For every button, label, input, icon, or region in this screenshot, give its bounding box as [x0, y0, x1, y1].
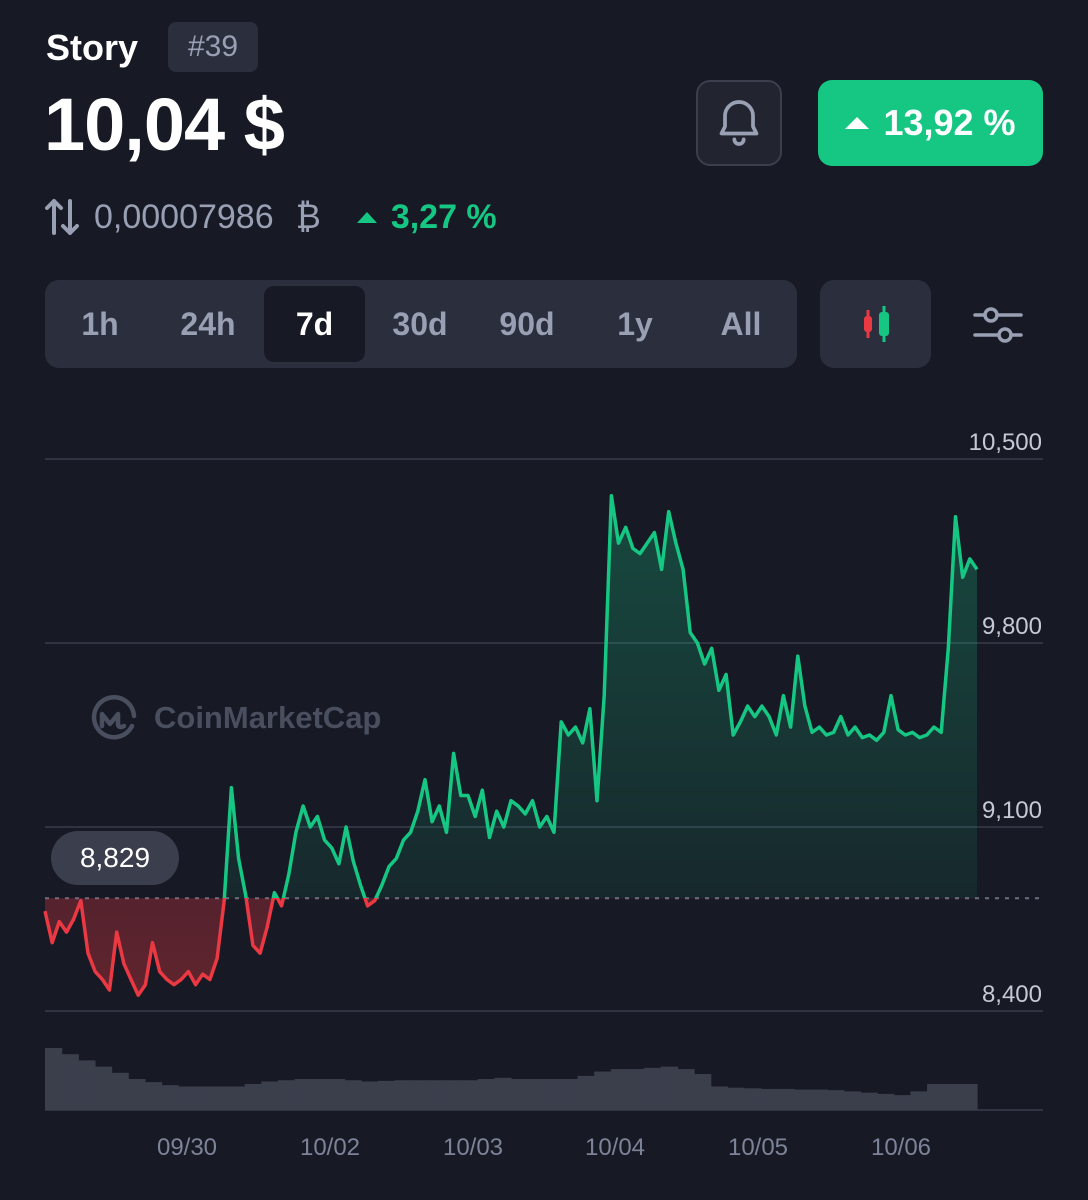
volume-bar	[128, 1079, 146, 1110]
volume-bar	[943, 1083, 961, 1110]
volume-bar	[910, 1091, 928, 1110]
x-tick-label: 10/02	[299, 1134, 361, 1161]
volume-bar	[61, 1054, 79, 1110]
volume-bar	[677, 1069, 695, 1110]
volume-bar	[178, 1086, 196, 1110]
volume-bar	[793, 1089, 812, 1110]
x-tick-label: 10/05	[727, 1134, 789, 1161]
volume-bar	[194, 1086, 213, 1110]
volume-bar	[394, 1080, 412, 1110]
coinmarketcap-logo-icon	[91, 694, 137, 740]
volume-bar	[860, 1092, 878, 1110]
volume-bar	[411, 1080, 429, 1110]
volume-bar	[261, 1081, 279, 1110]
volume-bar	[777, 1088, 795, 1110]
baseline-price-label: 8,829	[51, 831, 179, 885]
volume-bar	[744, 1088, 762, 1110]
volume-bar	[494, 1077, 512, 1110]
volume-bar	[610, 1069, 629, 1110]
volume-bar	[877, 1093, 895, 1110]
volume-bar	[827, 1090, 845, 1110]
volume-bar	[760, 1088, 778, 1110]
y-tick-label: 9,800	[981, 613, 1042, 640]
volume-bar	[560, 1079, 579, 1110]
volume-bar	[810, 1089, 828, 1110]
volume-bar	[311, 1079, 329, 1110]
volume-bar	[694, 1074, 712, 1110]
volume-bar	[727, 1087, 745, 1110]
price-chart[interactable]	[0, 0, 1088, 1200]
volume-bar	[444, 1080, 462, 1110]
watermark: CoinMarketCap	[88, 692, 381, 744]
volume-bar	[94, 1066, 113, 1110]
volume-bar	[228, 1086, 246, 1110]
volume-bar	[544, 1079, 562, 1110]
volume-bar	[511, 1079, 529, 1110]
volume-bar	[644, 1067, 662, 1110]
volume-bar	[144, 1082, 163, 1110]
volume-bar	[477, 1079, 495, 1110]
volume-bar	[361, 1081, 379, 1110]
volume-bar	[244, 1083, 262, 1110]
volume-bar	[427, 1080, 446, 1110]
volume-bar	[577, 1075, 595, 1110]
volume-bar	[843, 1091, 862, 1110]
y-tick-label: 8,400	[981, 981, 1042, 1008]
volume-bar	[161, 1085, 179, 1110]
x-tick-label: 10/03	[442, 1134, 504, 1161]
volume-bar	[45, 1048, 63, 1110]
volume-bar	[78, 1060, 96, 1110]
y-tick-label: 10,500	[968, 429, 1042, 456]
watermark-text: CoinMarketCap	[154, 700, 382, 735]
volume-bar	[660, 1066, 679, 1110]
volume-bar	[377, 1080, 396, 1110]
volume-bar	[111, 1072, 129, 1110]
volume-bar	[893, 1095, 912, 1110]
volume-bar	[294, 1079, 312, 1110]
volume-bar	[960, 1083, 978, 1110]
volume-bar	[327, 1079, 346, 1110]
x-tick-label: 10/06	[870, 1134, 932, 1161]
volume-bar	[278, 1080, 296, 1110]
volume-bar	[710, 1086, 728, 1110]
volume-bar	[344, 1080, 362, 1110]
volume-bar	[461, 1080, 479, 1110]
x-tick-label: 10/04	[584, 1134, 646, 1161]
volume-bar	[927, 1083, 945, 1110]
volume-bar	[627, 1069, 645, 1110]
x-tick-label: 09/30	[156, 1134, 218, 1161]
volume-bar	[211, 1086, 229, 1110]
volume-bar	[594, 1071, 612, 1110]
volume-bar	[527, 1079, 545, 1110]
y-tick-label: 9,100	[981, 797, 1042, 824]
